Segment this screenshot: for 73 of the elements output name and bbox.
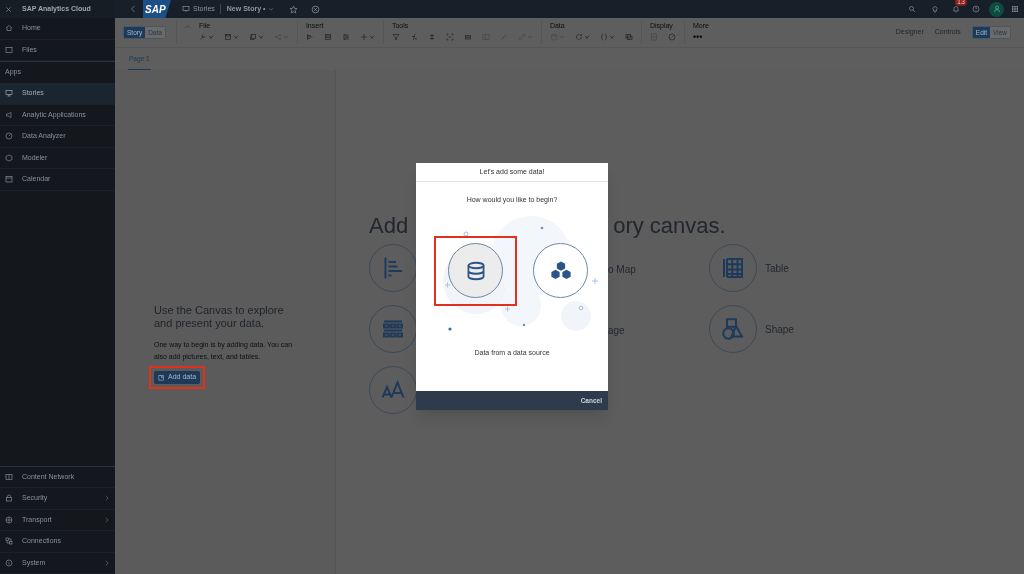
close-button[interactable]	[5, 5, 12, 13]
chart-icon	[305, 33, 314, 41]
formula-icon	[409, 33, 418, 41]
lock-icon	[5, 494, 13, 503]
caret-icon	[583, 34, 590, 40]
chevron-right-icon	[104, 558, 110, 567]
caret-icon	[232, 34, 239, 40]
person-icon	[992, 5, 1001, 13]
caret-icon	[257, 34, 264, 40]
collapse-caret-icon	[183, 23, 191, 30]
more-button[interactable]: •••	[692, 33, 703, 42]
windows-icon	[624, 33, 633, 41]
toolbar-button[interactable]	[409, 33, 418, 41]
scan-icon	[445, 33, 454, 41]
save-icon	[223, 33, 232, 41]
help-icon	[972, 5, 980, 13]
toolbar-button[interactable]	[323, 33, 332, 41]
bell-icon	[952, 5, 960, 13]
toolbar-button[interactable]	[359, 33, 375, 41]
chevron-right-icon	[104, 515, 110, 524]
split-icon	[427, 33, 436, 41]
toolbar-button[interactable]	[198, 33, 214, 41]
chevron-right-icon	[104, 494, 110, 503]
tile-label: age	[608, 325, 625, 336]
table-icon	[323, 33, 332, 41]
import-icon	[158, 374, 165, 381]
back-icon	[129, 5, 137, 13]
home-icon	[5, 24, 13, 33]
lightbulb-icon	[931, 5, 939, 13]
table-icon	[721, 256, 745, 280]
cube-cluster-icon	[549, 259, 572, 282]
toolbar-button[interactable]	[427, 33, 436, 41]
avatar[interactable]	[989, 1, 1004, 17]
caret-icon	[268, 6, 275, 12]
intro-title: Use the Canvas to explore and present your data.	[154, 304, 285, 330]
caret-icon	[368, 34, 375, 40]
grid-icon	[1011, 5, 1019, 13]
toolbar-button[interactable]	[667, 33, 676, 41]
search-icon	[908, 5, 916, 13]
calendar-icon	[5, 175, 13, 184]
presentation-icon	[182, 5, 190, 13]
megaphone-icon	[5, 110, 13, 119]
caret-icon	[608, 34, 615, 40]
toolbar-button[interactable]	[599, 33, 615, 41]
refresh-icon	[574, 33, 583, 41]
toolbar-button[interactable]	[624, 33, 633, 41]
braces-icon	[599, 33, 608, 41]
caret-icon	[207, 34, 214, 40]
headline-text: ory canvas.	[613, 215, 726, 237]
folder-icon	[5, 45, 13, 54]
logo: SAP	[143, 0, 171, 18]
presentation-icon	[5, 89, 13, 98]
toolbar-button[interactable]	[391, 33, 400, 41]
shapes-icon	[721, 317, 745, 341]
close-circle-icon	[311, 4, 321, 14]
toolbar-button[interactable]	[574, 33, 590, 41]
book-icon	[5, 472, 13, 481]
copy-icon	[248, 33, 257, 41]
plus-icon	[359, 33, 368, 41]
headline-text: Add	[369, 215, 409, 237]
toolbar-button[interactable]	[223, 33, 239, 41]
toolbar-button[interactable]	[305, 33, 314, 41]
globe-icon	[5, 515, 13, 524]
tile-label: Shape	[765, 322, 794, 337]
close-icon	[5, 5, 12, 13]
gauge-icon	[5, 132, 13, 141]
info-icon	[5, 558, 13, 567]
toolbar-button[interactable]	[445, 33, 454, 41]
filter-icon	[391, 33, 400, 41]
star-icon	[289, 4, 299, 14]
toolbar-button[interactable]	[248, 33, 264, 41]
connection-icon	[5, 537, 13, 546]
compass-icon	[667, 33, 676, 41]
